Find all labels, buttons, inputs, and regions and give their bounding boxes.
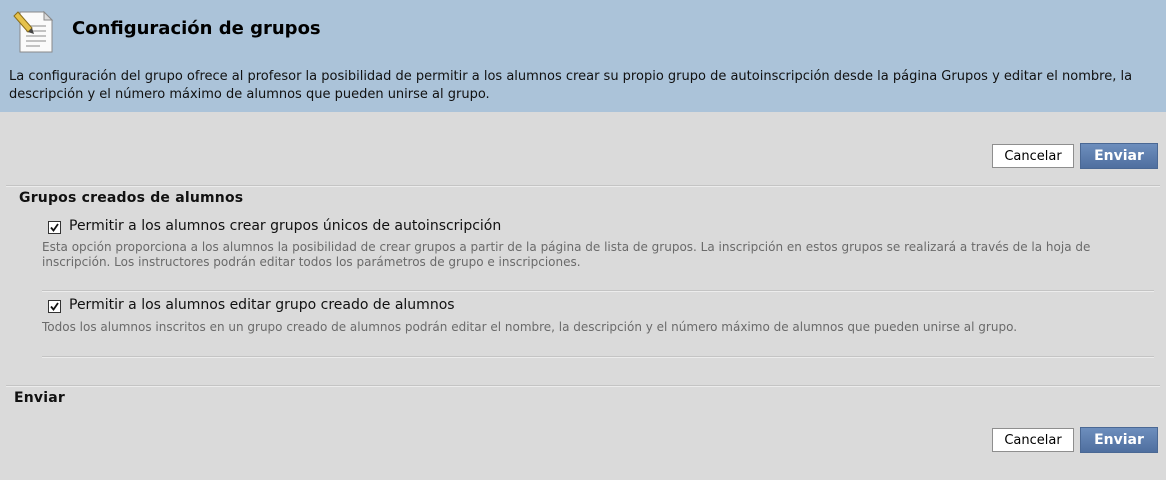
allow-edit-groups-checkbox[interactable]	[48, 300, 61, 313]
page-header: Configuración de grupos La configuración…	[0, 0, 1166, 112]
document-edit-icon	[12, 8, 58, 54]
cancel-button-top[interactable]: Cancelar	[992, 144, 1074, 168]
cancel-button-bottom[interactable]: Cancelar	[992, 428, 1074, 452]
divider	[6, 385, 1160, 387]
page-title: Configuración de grupos	[72, 18, 321, 39]
checkmark-icon	[50, 223, 59, 232]
section-title: Grupos creados de alumnos	[19, 190, 244, 206]
submit-button-top[interactable]: Enviar	[1080, 143, 1158, 169]
checkmark-icon	[50, 302, 59, 311]
divider	[6, 185, 1160, 187]
allow-edit-groups-help: Todos los alumnos inscritos en un grupo …	[42, 320, 1018, 334]
option-divider	[42, 356, 1154, 358]
submit-section-title: Enviar	[14, 390, 66, 406]
allow-create-groups-help: Esta opción proporciona a los alumnos la…	[42, 240, 1091, 269]
page-description: La configuración del grupo ofrece al pro…	[9, 69, 1133, 102]
allow-create-groups-checkbox[interactable]	[48, 221, 61, 234]
submit-button-bottom[interactable]: Enviar	[1080, 427, 1158, 453]
option-divider	[42, 290, 1154, 292]
allow-edit-groups-label[interactable]: Permitir a los alumnos editar grupo crea…	[69, 297, 455, 313]
allow-create-groups-label[interactable]: Permitir a los alumnos crear grupos únic…	[69, 218, 501, 234]
